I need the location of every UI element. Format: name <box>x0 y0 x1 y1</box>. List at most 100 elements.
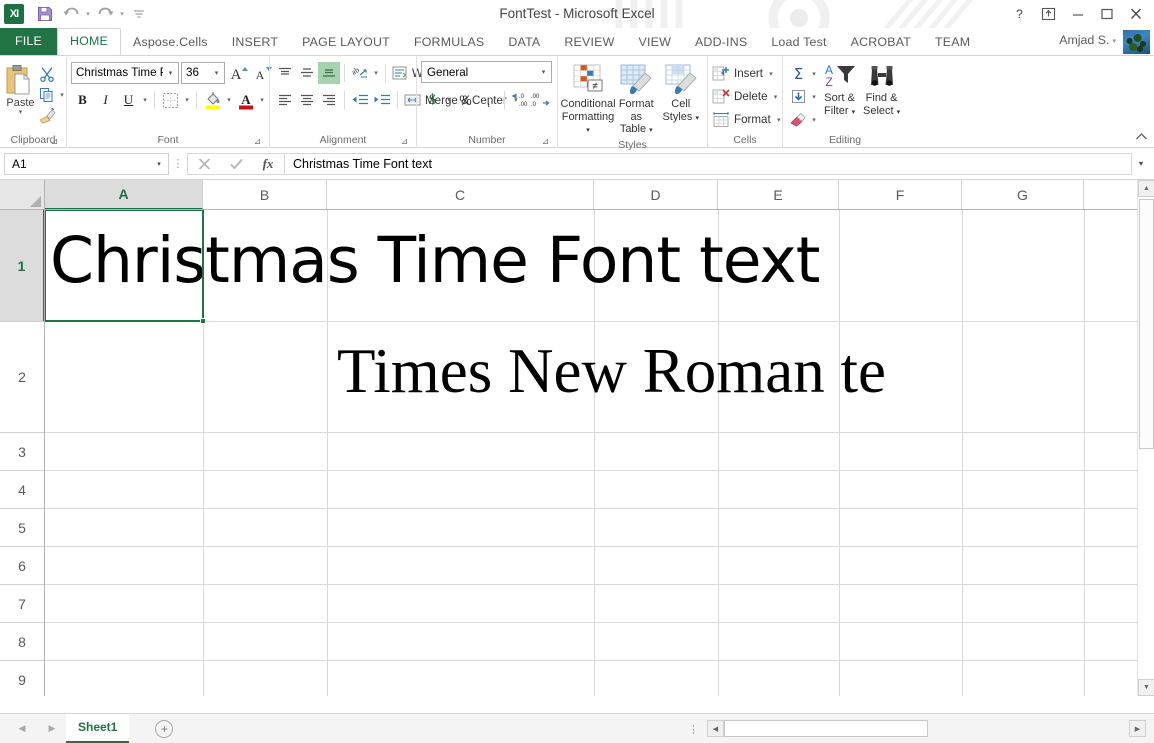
row-header-2[interactable]: 2 <box>0 322 44 433</box>
increase-font-size-button[interactable]: A <box>227 62 249 84</box>
row-header-4[interactable]: 4 <box>0 471 44 509</box>
fill-color-dropdown-icon[interactable]: ▾ <box>224 96 234 104</box>
account-menu[interactable]: Amjad S.▾ <box>1059 33 1116 47</box>
row-header-7[interactable]: 7 <box>0 585 44 623</box>
add-sheet-button[interactable]: + <box>155 720 173 738</box>
chevron-down-icon[interactable]: ▾ <box>163 69 178 77</box>
close-icon[interactable] <box>1121 3 1150 25</box>
fill-dropdown-icon[interactable]: ▾ <box>809 93 819 101</box>
tab-insert[interactable]: INSERT <box>220 29 290 55</box>
cut-button[interactable] <box>37 64 57 84</box>
minimize-icon[interactable] <box>1063 3 1092 25</box>
find-select-button[interactable]: Find & Select ▾ <box>860 62 903 119</box>
chevron-down-icon[interactable]: ▾ <box>150 160 168 168</box>
borders-button[interactable] <box>159 89 182 112</box>
accounting-dropdown-icon[interactable]: ▾ <box>444 96 454 104</box>
orientation-dropdown-icon[interactable]: ▾ <box>371 69 381 77</box>
cell-styles-button[interactable]: Cell Styles ▾ <box>659 63 704 125</box>
insert-cells-button[interactable]: Insert ▾ <box>712 62 776 85</box>
redo-icon[interactable] <box>92 2 118 26</box>
autosum-dropdown-icon[interactable]: ▾ <box>809 70 819 78</box>
row-header-8[interactable]: 8 <box>0 623 44 661</box>
conditional-formatting-button[interactable]: ≠ Conditional Formatting ▾ <box>562 63 614 138</box>
undo-dropdown-icon[interactable]: ▾ <box>84 2 92 26</box>
format-as-table-button[interactable]: Format as Table ▾ <box>614 63 659 138</box>
tab-data[interactable]: DATA <box>496 29 552 55</box>
sheet-tab-sheet1[interactable]: Sheet1 <box>66 714 129 743</box>
align-right-button[interactable] <box>318 89 340 111</box>
fill-handle[interactable] <box>200 318 206 324</box>
align-left-button[interactable] <box>274 89 296 111</box>
redo-dropdown-icon[interactable]: ▾ <box>118 2 126 26</box>
vertical-scroll-thumb[interactable] <box>1139 199 1154 449</box>
decrease-indent-button[interactable] <box>349 89 371 111</box>
cell-area[interactable]: Christmas Time Font text Times New Roman… <box>45 210 1137 696</box>
autosum-button[interactable]: Σ ▾ <box>787 62 819 85</box>
row-header-5[interactable]: 5 <box>0 509 44 547</box>
help-icon[interactable]: ? <box>1005 3 1034 25</box>
delete-cells-button[interactable]: Delete ▾ <box>712 85 781 108</box>
font-size-input[interactable]: 36 ▾ <box>181 62 225 84</box>
align-middle-button[interactable] <box>296 62 318 84</box>
cancel-icon[interactable] <box>188 154 220 174</box>
tab-load-test[interactable]: Load Test <box>759 29 838 55</box>
column-header-d[interactable]: D <box>594 180 718 209</box>
sort-filter-button[interactable]: A Z Sort & Filter ▾ <box>819 62 860 119</box>
name-box[interactable]: A1 ▾ <box>4 153 169 175</box>
column-header-a[interactable]: A <box>45 180 203 210</box>
tab-page-layout[interactable]: PAGE LAYOUT <box>290 29 402 55</box>
comma-style-button[interactable]: , <box>477 89 500 112</box>
font-dialog-launcher[interactable]: ⊿ <box>252 136 263 147</box>
maximize-icon[interactable] <box>1092 3 1121 25</box>
tab-file[interactable]: FILE <box>0 28 57 55</box>
chevron-down-icon[interactable]: ▾ <box>536 68 551 76</box>
formula-input[interactable]: Christmas Time Font text <box>284 153 1132 175</box>
row-header-1[interactable]: 1 <box>0 210 45 322</box>
row-header-9[interactable]: 9 <box>0 661 44 696</box>
insert-function-icon[interactable]: fx <box>252 154 284 174</box>
scroll-right-button[interactable]: ▶ <box>1129 720 1146 737</box>
number-dialog-launcher[interactable]: ⊿ <box>540 136 551 147</box>
undo-icon[interactable] <box>58 2 84 26</box>
clear-dropdown-icon[interactable]: ▾ <box>809 116 819 124</box>
ribbon-display-options-icon[interactable] <box>1034 3 1063 25</box>
copy-button[interactable] <box>37 85 57 105</box>
chevron-down-icon[interactable]: ▾ <box>209 69 224 77</box>
customize-quick-access-icon[interactable] <box>126 2 152 26</box>
accounting-format-button[interactable]: $ <box>421 89 444 112</box>
column-header-c[interactable]: C <box>327 180 594 209</box>
column-header-h[interactable] <box>1084 180 1137 209</box>
font-color-button[interactable]: A <box>234 89 257 112</box>
tab-team[interactable]: TEAM <box>923 29 982 55</box>
column-header-g[interactable]: G <box>962 180 1084 209</box>
expand-formula-bar-icon[interactable]: ▾ <box>1132 159 1150 168</box>
clear-button[interactable]: ▾ <box>787 108 819 131</box>
align-center-button[interactable] <box>296 89 318 111</box>
avatar[interactable] <box>1123 30 1150 54</box>
horizontal-scrollbar[interactable]: ◀ ▶ <box>707 719 1146 738</box>
insert-dropdown-icon[interactable]: ▾ <box>766 70 776 78</box>
clipboard-dialog-launcher[interactable]: ⊿ <box>49 136 60 147</box>
underline-dropdown-icon[interactable]: ▾ <box>140 96 150 104</box>
format-cells-button[interactable]: Format ▾ <box>712 108 784 131</box>
percent-style-button[interactable]: % <box>454 89 477 112</box>
align-bottom-button[interactable] <box>318 62 340 84</box>
increase-indent-button[interactable] <box>371 89 393 111</box>
italic-button[interactable]: I <box>94 89 117 112</box>
scroll-left-button[interactable]: ◀ <box>707 720 724 737</box>
format-painter-button[interactable] <box>37 106 57 126</box>
alignment-dialog-launcher[interactable]: ⊿ <box>399 136 410 147</box>
increase-decimal-button[interactable]: .0 .00 <box>509 89 530 112</box>
scroll-up-button[interactable]: ▲ <box>1138 180 1154 197</box>
tab-home[interactable]: HOME <box>57 28 121 55</box>
row-header-6[interactable]: 6 <box>0 547 44 585</box>
orientation-button[interactable]: ab <box>349 62 371 84</box>
tab-acrobat[interactable]: ACROBAT <box>839 29 923 55</box>
row-header-3[interactable]: 3 <box>0 433 44 471</box>
select-all-button[interactable] <box>0 180 45 210</box>
scroll-down-button[interactable]: ▼ <box>1138 679 1154 696</box>
fill-button[interactable]: ▾ <box>787 85 819 108</box>
vertical-scrollbar[interactable]: ▲ ▼ <box>1137 180 1154 696</box>
number-format-select[interactable]: General ▾ <box>421 61 552 83</box>
decrease-decimal-button[interactable]: .00 .0 <box>530 89 551 112</box>
